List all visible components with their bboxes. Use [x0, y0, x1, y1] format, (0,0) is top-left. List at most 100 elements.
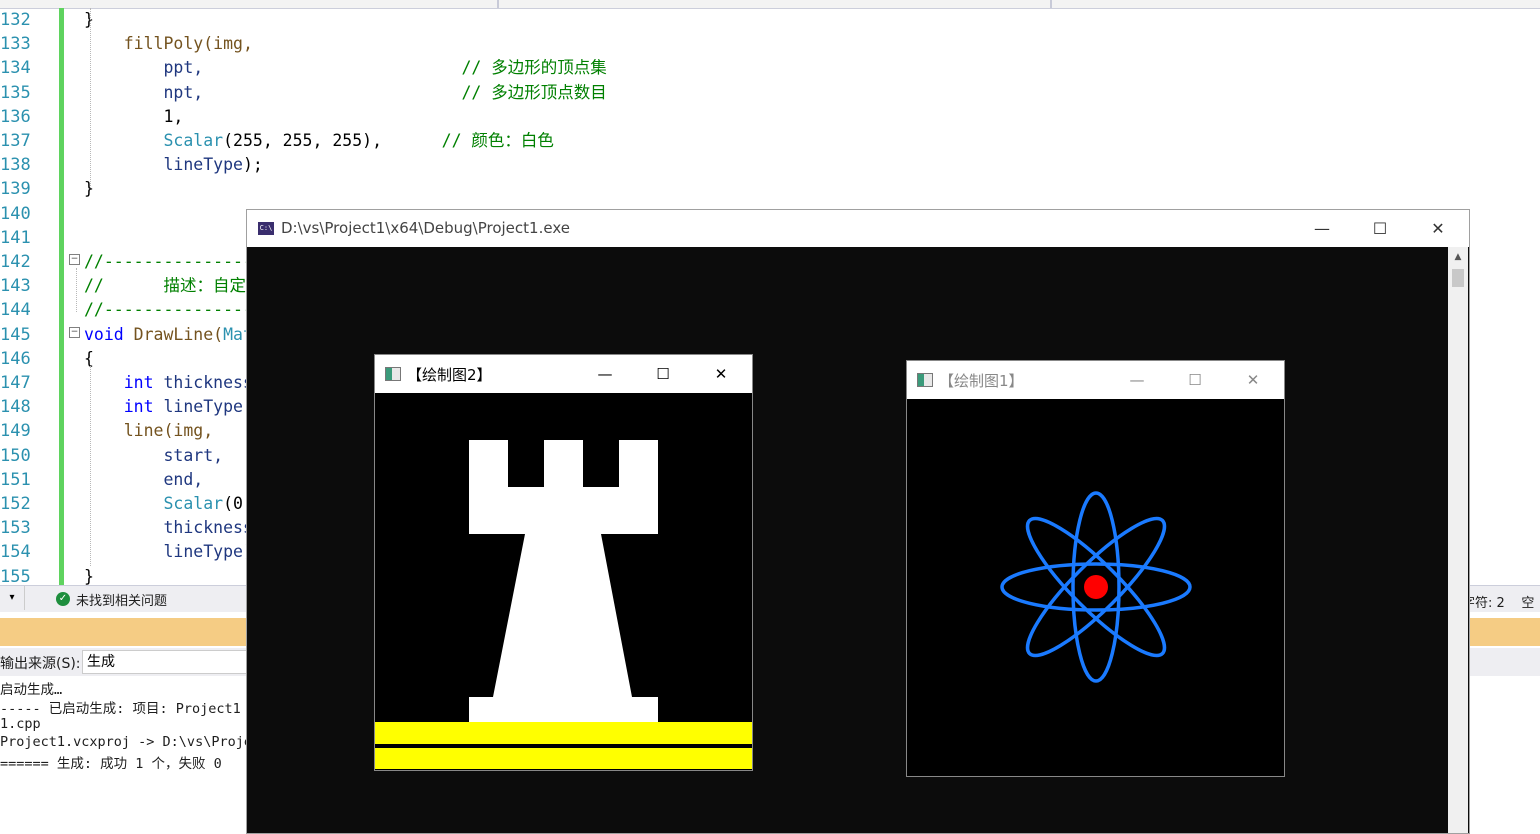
line-number: 132 [0, 10, 31, 30]
maximize-button[interactable]: ☐ [1166, 361, 1224, 399]
window-app-icon [917, 373, 933, 387]
editor-tab-strip [0, 0, 1540, 9]
maximize-button[interactable]: ☐ [634, 355, 692, 393]
nucleus-circle [1084, 575, 1108, 599]
line-number: 144 [0, 300, 31, 321]
line-number: 147 [0, 373, 31, 393]
console-title-text: D:\vs\Project1\x64\Debug\Project1.exe [281, 219, 570, 237]
code-line[interactable]: void DrawLine(Mat [84, 323, 253, 347]
line-number: 138 [0, 155, 31, 176]
console-app-icon: C:\ [258, 222, 274, 235]
window-drawing-1-title-bar[interactable]: 【绘制图1】 — ☐ ✕ [907, 361, 1284, 399]
check-circle-icon: ✓ [56, 592, 70, 606]
line-number: 133 [0, 34, 31, 55]
output-line: ----- 已启动生成: 项目: Project1 [0, 701, 241, 717]
window-drawing-2-title-bar[interactable]: 【绘制图2】 — ☐ ✕ [375, 355, 752, 393]
code-token: // 多边形顶点数目 [203, 82, 607, 102]
window-drawing-2[interactable]: 【绘制图2】 — ☐ ✕ [374, 354, 753, 771]
minimize-button[interactable]: — [1293, 210, 1351, 247]
code-token: lineType [153, 397, 243, 417]
maximize-button[interactable]: ☐ [1351, 210, 1409, 247]
line-number: 135 [0, 82, 31, 103]
code-token: { [84, 348, 94, 368]
line-number: 151 [0, 469, 31, 490]
code-line[interactable]: lineType) [84, 540, 253, 564]
code-line[interactable]: Scalar(0, [84, 492, 252, 516]
line-number: 137 [0, 131, 31, 151]
code-line[interactable]: int thickness [84, 371, 253, 395]
code-line[interactable]: // 描述：自定 [84, 274, 246, 298]
issues-status-text[interactable]: 未找到相关问题 [76, 590, 167, 609]
window-drawing-1-title: 【绘制图1】 [939, 372, 1024, 390]
indent-guide [90, 366, 91, 566]
code-token: start, [84, 445, 224, 465]
code-token: fillPoly(img, [84, 34, 253, 54]
console-scrollbar[interactable]: ▲ [1448, 247, 1468, 833]
code-line[interactable]: npt, // 多边形顶点数目 [84, 81, 607, 105]
close-button[interactable]: ✕ [1224, 361, 1282, 399]
code-token: 1, [84, 106, 184, 126]
line-number: 142 [0, 252, 31, 272]
code-line[interactable]: end, [84, 468, 203, 492]
indent-guide [76, 268, 77, 312]
code-token: Scalar [84, 494, 224, 513]
line-number: 149 [0, 421, 31, 442]
code-line[interactable]: } [84, 177, 94, 201]
indent-guide [90, 8, 91, 188]
line-number: 150 [0, 445, 31, 466]
output-line: 启动生成… [0, 682, 63, 698]
code-line[interactable]: Scalar(255, 255, 255), // 颜色：白色 [84, 129, 553, 153]
line-number: 136 [0, 106, 31, 127]
output-source-select[interactable]: 生成 [82, 650, 268, 674]
collapse-toggle-icon[interactable]: − [69, 254, 80, 265]
window-drawing-1[interactable]: 【绘制图1】 — ☐ ✕ [906, 360, 1285, 777]
code-line[interactable]: lineType); [84, 153, 262, 177]
scroll-up-arrow-icon[interactable]: ▲ [1448, 249, 1468, 265]
code-token: void [84, 324, 124, 344]
code-line[interactable]: thickness [84, 516, 253, 540]
rook-canvas [375, 393, 752, 770]
line-number: 152 [0, 494, 31, 514]
tab-divider [497, 0, 499, 8]
line-number: 148 [0, 397, 31, 418]
code-line[interactable]: } [84, 8, 94, 32]
line-number: 143 [0, 276, 31, 297]
code-token: int [84, 397, 154, 417]
collapse-toggle-icon[interactable]: − [69, 327, 80, 338]
code-token: Scalar [84, 131, 224, 150]
scrollbar-thumb[interactable] [1452, 269, 1464, 287]
code-token: npt, [84, 82, 204, 102]
code-line[interactable]: { [84, 347, 94, 371]
console-title-bar[interactable]: C:\ D:\vs\Project1\x64\Debug\Project1.ex… [247, 210, 1469, 247]
code-line[interactable]: start, [84, 444, 223, 468]
minimize-button[interactable]: — [576, 355, 634, 393]
code-token: } [84, 179, 94, 199]
zoom-dropdown-icon[interactable]: ▾ [0, 586, 25, 610]
code-token: ppt, [84, 58, 204, 78]
close-button[interactable]: ✕ [1409, 210, 1467, 247]
line-number: 145 [0, 324, 31, 345]
output-source-label: 输出来源(S): [0, 656, 81, 672]
code-token: end, [84, 469, 204, 489]
tab-divider [1050, 0, 1052, 8]
code-token: (255, 255, 255), [223, 131, 383, 150]
rook-base-bar-lower [375, 748, 752, 769]
output-line: Project1.vcxproj -> D:\vs\Project [0, 734, 269, 750]
code-line[interactable]: ppt, // 多边形的顶点集 [84, 56, 606, 80]
code-line[interactable]: 1, [84, 105, 183, 129]
code-line[interactable]: line(img, [84, 419, 213, 443]
close-button[interactable]: ✕ [692, 355, 750, 393]
window-drawing-2-title: 【绘制图2】 [407, 366, 492, 384]
output-line: ====== 生成: 成功 1 个，失败 0 [0, 756, 222, 772]
minimize-button[interactable]: — [1108, 361, 1166, 399]
change-tracking-bar [59, 8, 64, 585]
line-number: 141 [0, 227, 31, 248]
code-line[interactable]: fillPoly(img, [84, 32, 253, 56]
rook-base-bar-upper [375, 722, 752, 744]
code-token: lineType) [84, 542, 253, 562]
line-number: 140 [0, 203, 31, 224]
line-number: 153 [0, 518, 31, 539]
code-line[interactable]: int lineType [84, 395, 243, 419]
code-token: thickness [84, 518, 253, 538]
console-window[interactable]: C:\ D:\vs\Project1\x64\Debug\Project1.ex… [246, 209, 1470, 834]
